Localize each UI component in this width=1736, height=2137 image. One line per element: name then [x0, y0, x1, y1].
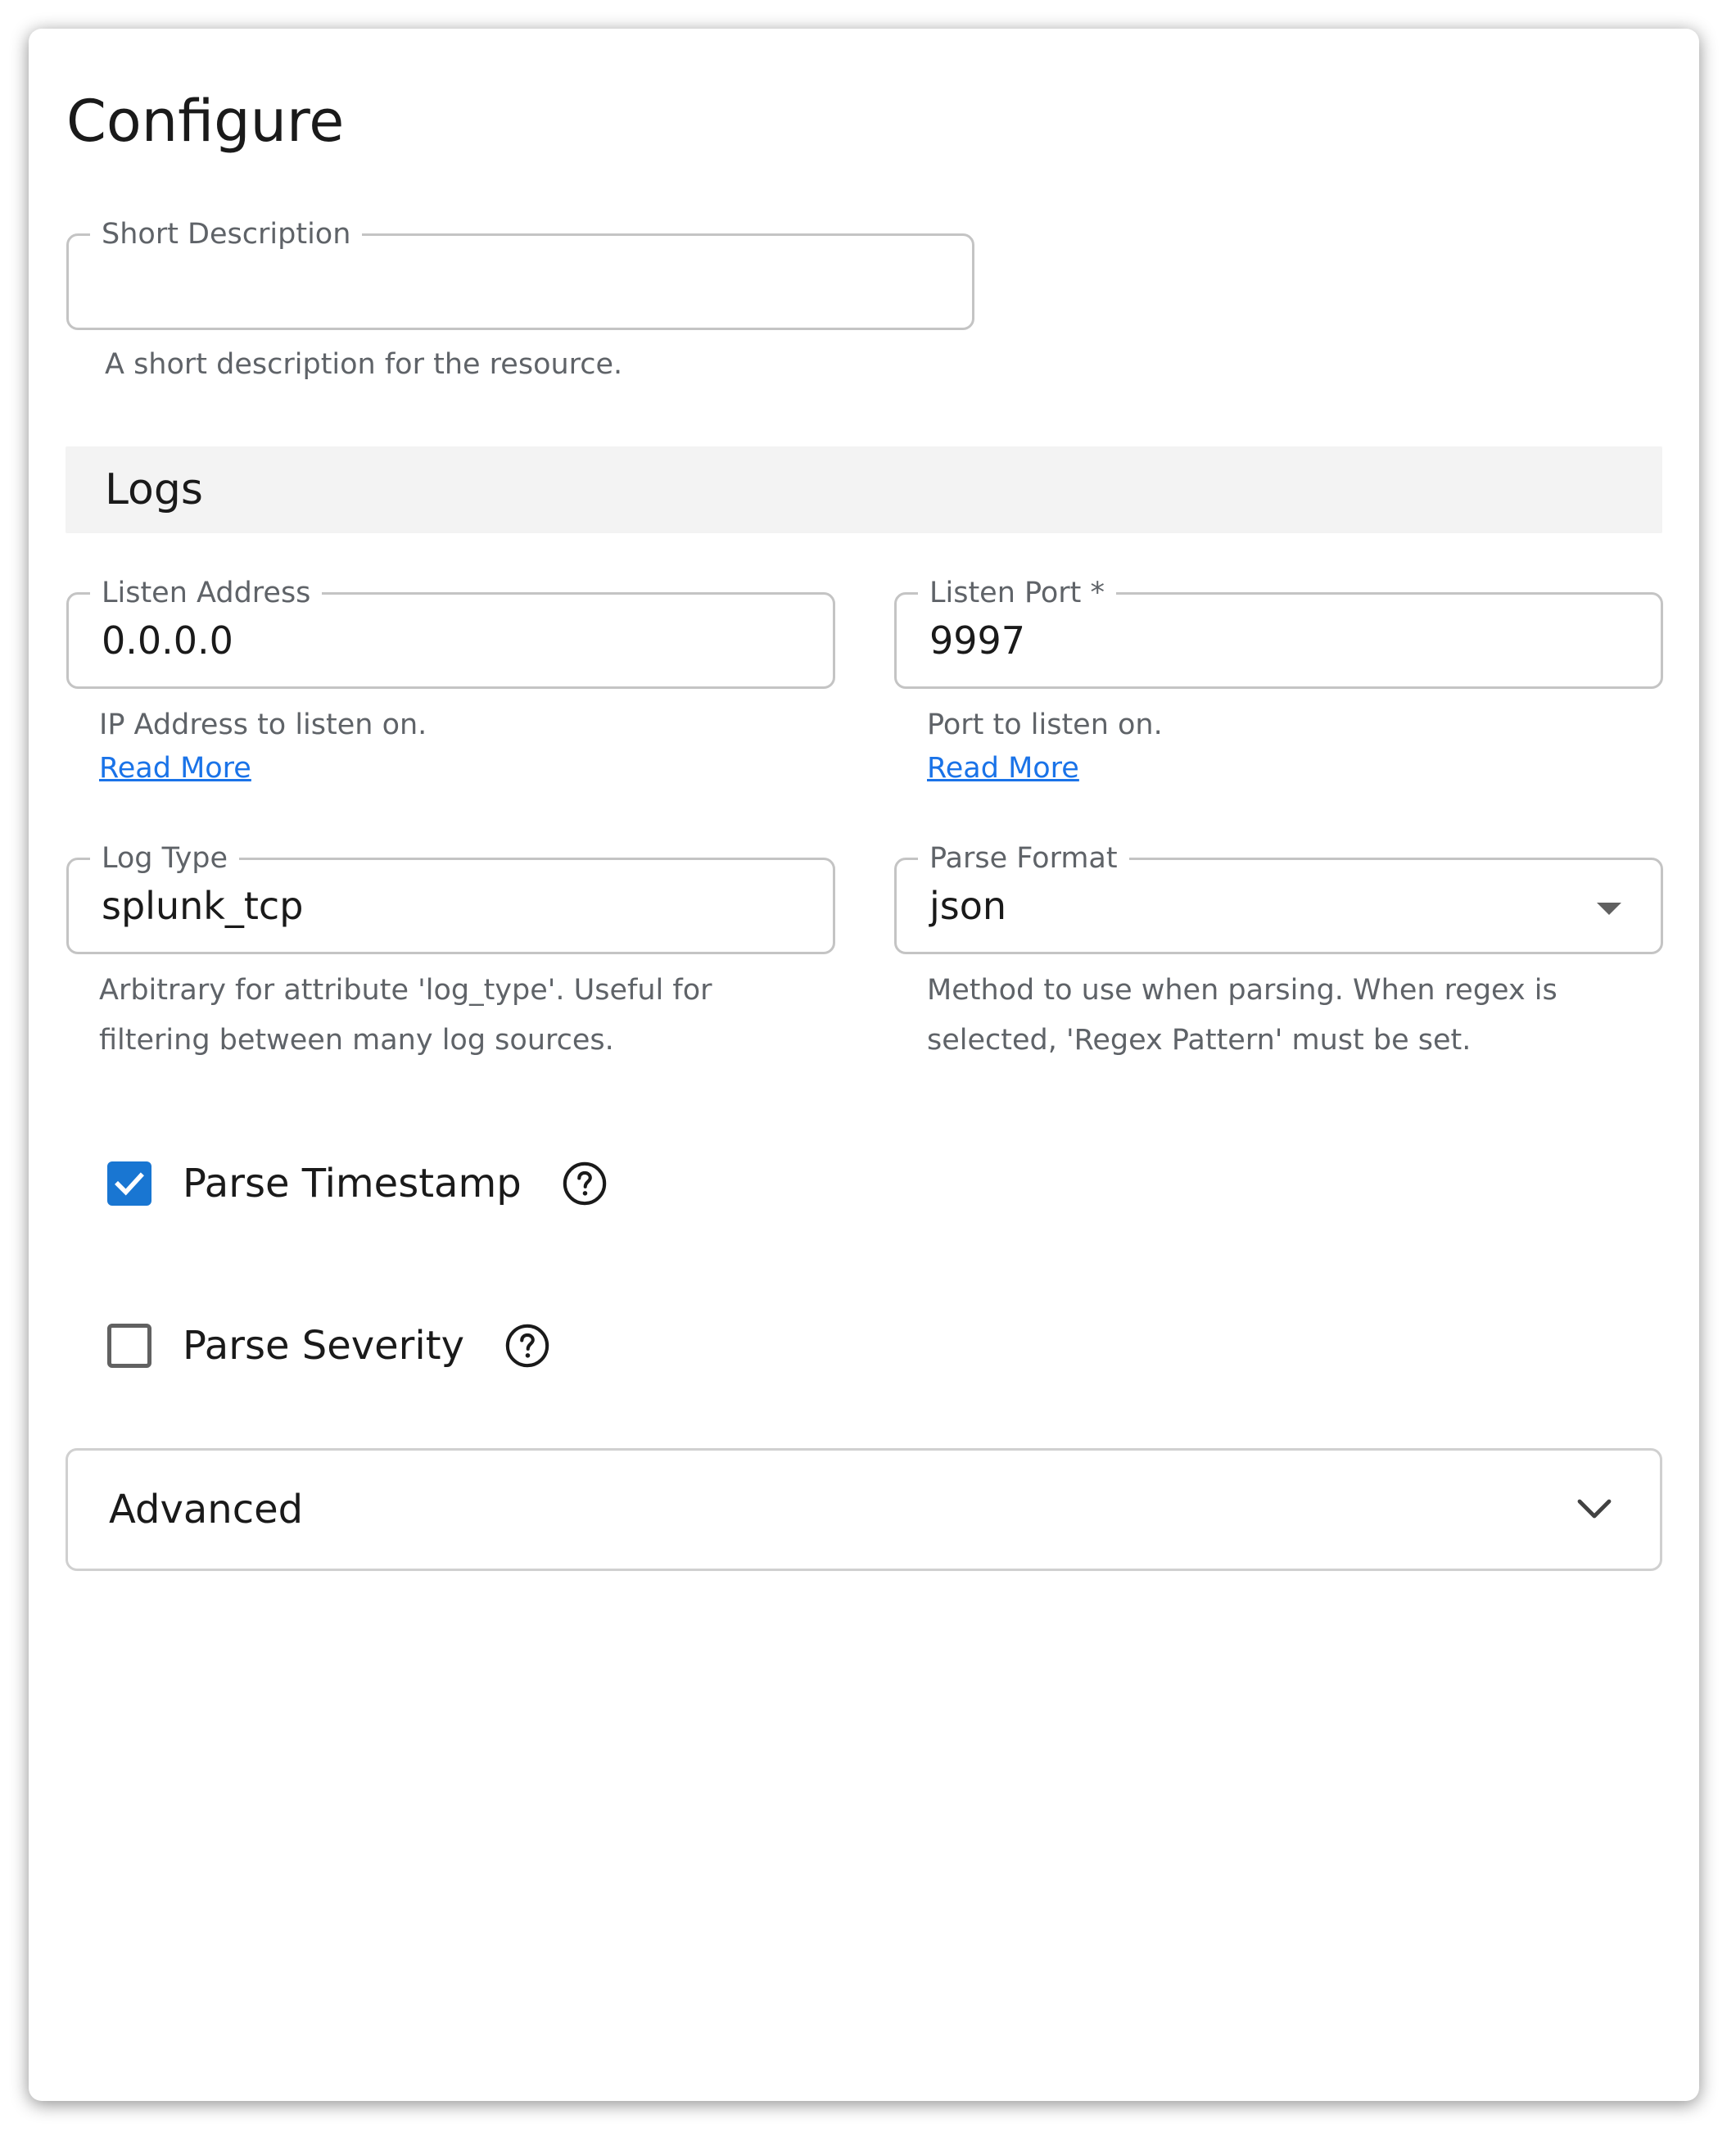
listen-address-field[interactable]: Listen Address 0.0.0.0 — [66, 572, 835, 689]
caret-down-icon[interactable] — [1597, 903, 1621, 915]
parse-format-helper-line1: Method to use when parsing. When regex i… — [927, 974, 1557, 1007]
listen-address-value[interactable]: 0.0.0.0 — [102, 595, 233, 686]
short-description-field[interactable]: Short Description — [66, 213, 974, 330]
logs-section-title: Logs — [105, 465, 203, 514]
parse-format-value: json — [929, 884, 1007, 928]
log-type-value[interactable]: splunk_tcp — [102, 860, 303, 952]
advanced-accordion[interactable]: Advanced — [66, 1448, 1662, 1571]
listen-address-helper: IP Address to listen on. — [99, 709, 427, 741]
short-description-label: Short Description — [90, 213, 363, 256]
help-circle-icon[interactable] — [561, 1160, 608, 1207]
log-type-helper-line1: Arbitrary for attribute 'log_type'. Usef… — [99, 974, 712, 1007]
parse-timestamp-checkbox[interactable] — [107, 1161, 151, 1206]
log-type-helper-line2: filtering between many log sources. — [99, 1024, 614, 1057]
advanced-accordion-title: Advanced — [109, 1487, 304, 1533]
chevron-down-icon[interactable] — [1575, 1493, 1614, 1526]
short-description-helper: A short description for the resource. — [105, 348, 623, 381]
help-circle-icon[interactable] — [504, 1322, 551, 1370]
listen-port-value[interactable]: 9997 — [929, 595, 1025, 686]
parse-severity-row: Parse Severity — [107, 1313, 551, 1379]
check-icon — [115, 1172, 144, 1196]
parse-severity-label: Parse Severity — [183, 1323, 464, 1369]
parse-timestamp-label: Parse Timestamp — [183, 1161, 522, 1207]
parse-format-select[interactable]: Parse Format json — [894, 837, 1663, 954]
listen-port-field[interactable]: Listen Port * 9997 — [894, 572, 1663, 689]
parse-timestamp-row: Parse Timestamp — [107, 1151, 608, 1216]
logs-section-header: Logs — [66, 446, 1662, 533]
log-type-field[interactable]: Log Type splunk_tcp — [66, 837, 835, 954]
parse-severity-checkbox[interactable] — [107, 1324, 151, 1368]
parse-format-helper-line2: selected, 'Regex Pattern' must be set. — [927, 1024, 1472, 1057]
page-title: Configure — [66, 88, 345, 155]
listen-address-read-more-link[interactable]: Read More — [99, 752, 251, 785]
configure-card: Configure Short Description A short desc… — [29, 29, 1699, 2101]
listen-port-read-more-link[interactable]: Read More — [927, 752, 1079, 785]
listen-port-helper: Port to listen on. — [927, 709, 1163, 741]
